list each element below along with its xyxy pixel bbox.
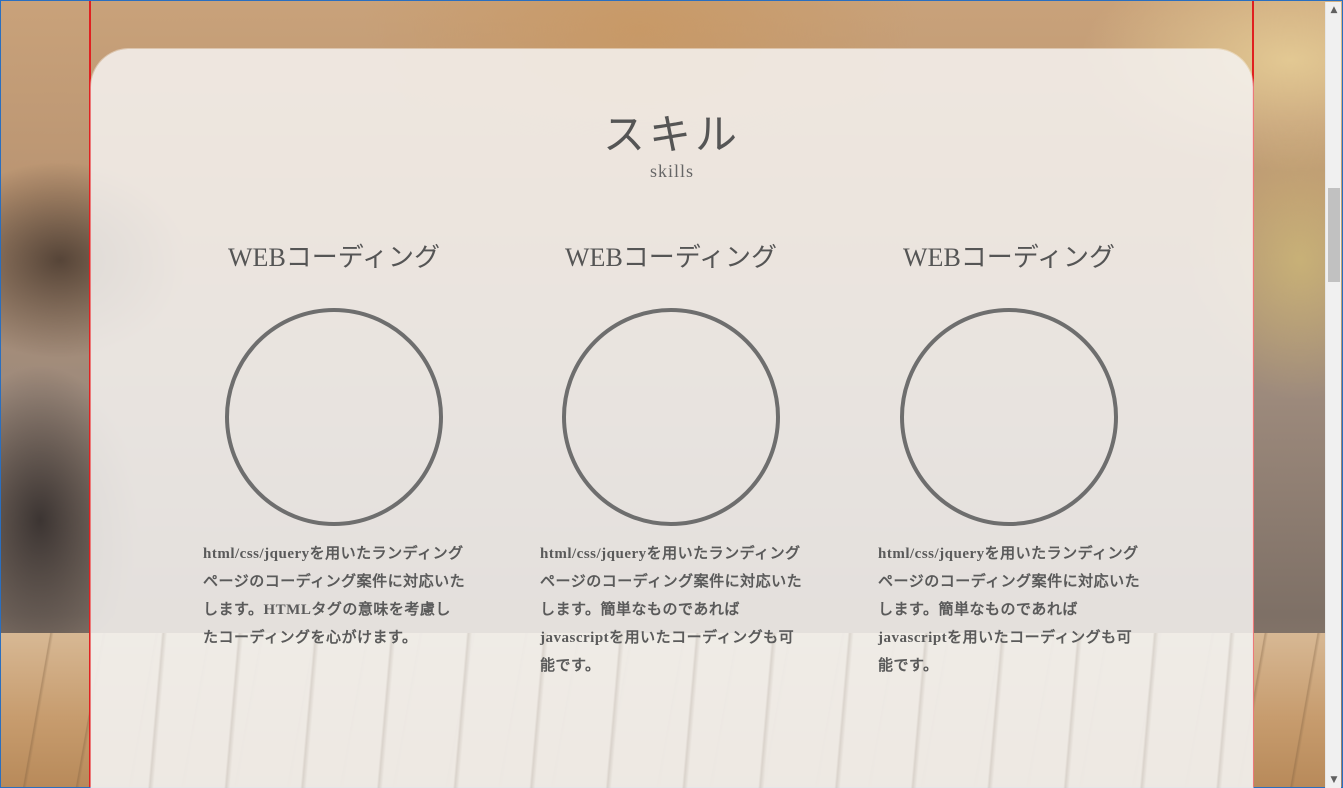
scrollbar-thumb[interactable] (1328, 188, 1340, 282)
skill-item: WEBコーディング html/css/jqueryを用いたランディングページのコ… (194, 237, 474, 652)
section-title: スキル (602, 110, 741, 159)
skill-description: html/css/jqueryを用いたランディングページのコーディング案件に対応… (540, 546, 803, 674)
skill-item: WEBコーディング html/css/jqueryを用いたランディングページのコ… (869, 237, 1149, 680)
section-subtitle: skills (649, 161, 694, 181)
scroll-down-arrow-icon[interactable]: ▼ (1326, 772, 1342, 788)
skill-item: WEBコーディング html/css/jqueryを用いたランディングページのコ… (531, 237, 811, 680)
skill-title: WEBコーディング (903, 243, 1115, 272)
skill-circle-icon (900, 308, 1118, 526)
vertical-scrollbar[interactable]: ▲ ▼ (1325, 2, 1341, 788)
skill-description: html/css/jqueryを用いたランディングページのコーディング案件に対応… (203, 546, 466, 646)
scroll-up-arrow-icon[interactable]: ▲ (1326, 2, 1342, 18)
skill-description: html/css/jqueryを用いたランディングページのコーディング案件に対応… (878, 546, 1141, 674)
skill-title: WEBコーディング (228, 243, 440, 272)
skill-title: WEBコーディング (565, 243, 777, 272)
skill-circle-icon (562, 308, 780, 526)
skill-circle-icon (225, 308, 443, 526)
